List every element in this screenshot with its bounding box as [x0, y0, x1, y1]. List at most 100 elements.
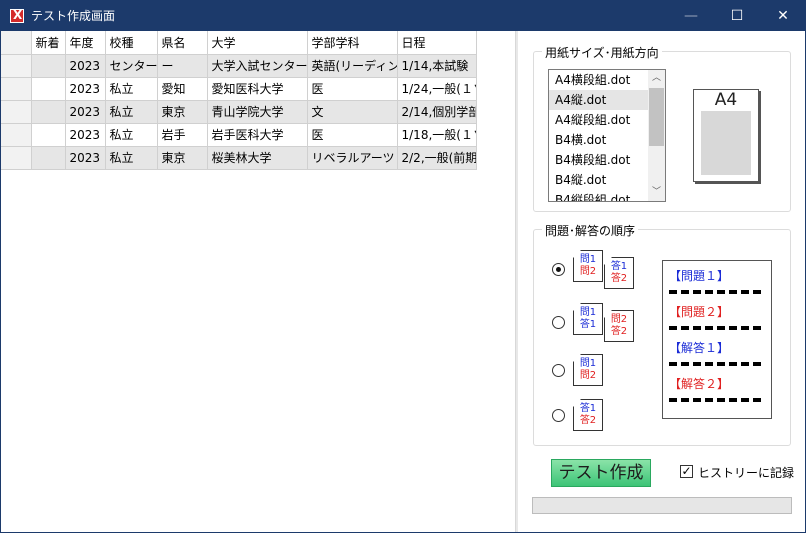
- list-item-selected[interactable]: A4縦.dot: [549, 90, 649, 110]
- app-icon: [10, 8, 24, 23]
- cell-year[interactable]: 2023: [65, 54, 106, 78]
- cell-year[interactable]: 2023: [65, 146, 106, 170]
- cell-year[interactable]: 2023: [65, 77, 106, 101]
- preview-dash: [669, 290, 761, 294]
- order-legend: 問題･解答の順序: [542, 222, 639, 239]
- row-header-corner[interactable]: [1, 31, 32, 55]
- scroll-up-icon[interactable]: ︿: [648, 70, 665, 87]
- list-item[interactable]: A4縦段組.dot: [549, 110, 649, 130]
- history-checkbox[interactable]: ✓: [680, 465, 693, 478]
- doc-a1a2-icon: 答1 答2: [604, 257, 634, 289]
- table-row[interactable]: 2023 私立 東京 桜美林大学 リベラルアーツ ク 2/2,一般(前期: [1, 146, 477, 170]
- order-radio-2[interactable]: [552, 316, 565, 329]
- row-header[interactable]: [1, 54, 32, 78]
- table-row[interactable]: 2023 私立 岩手 岩手医科大学 医 1/18,一般(１ソ: [1, 123, 477, 147]
- table-row[interactable]: 2023 私立 東京 青山学院大学 文 2/14,個別学部: [1, 100, 477, 124]
- cell-school-type[interactable]: 私立: [105, 100, 158, 124]
- grid-header-row: 新着 年度 校種 県名 大学 学部学科 日程: [1, 31, 477, 55]
- cell-university[interactable]: 岩手医科大学: [207, 123, 308, 147]
- cell-school-type[interactable]: 私立: [105, 123, 158, 147]
- cell-new[interactable]: [31, 146, 66, 170]
- cell-new[interactable]: [31, 123, 66, 147]
- minimize-button[interactable]: —: [668, 0, 714, 31]
- col-header-schedule[interactable]: 日程: [397, 31, 477, 55]
- cell-schedule[interactable]: 2/2,一般(前期: [397, 146, 477, 170]
- table-row[interactable]: 2023 センター ー 大学入試センター 英語(リーディング) 1/14,本試験: [1, 54, 477, 78]
- create-test-button[interactable]: テスト作成: [551, 459, 651, 487]
- cell-faculty[interactable]: 医: [307, 77, 398, 101]
- doc-q1a1-icon: 問1 答1: [573, 303, 603, 335]
- cell-faculty[interactable]: 医: [307, 123, 398, 147]
- paper-preview-label: A4: [714, 90, 738, 110]
- exam-grid[interactable]: 新着 年度 校種 県名 大学 学部学科 日程 2023 センター ー 大学入試セ…: [1, 31, 477, 170]
- preview-dash: [669, 398, 761, 402]
- cell-university[interactable]: 青山学院大学: [207, 100, 308, 124]
- list-item[interactable]: B4横段組.dot: [549, 150, 649, 170]
- cell-school-type[interactable]: センター: [105, 54, 158, 78]
- cell-faculty[interactable]: リベラルアーツ ク: [307, 146, 398, 170]
- preview-dash: [669, 362, 761, 366]
- list-item[interactable]: B4縦.dot: [549, 170, 649, 190]
- title-bar: テスト作成画面 — ☐ ✕: [0, 0, 806, 31]
- scroll-down-icon[interactable]: ﹀: [648, 184, 665, 201]
- preview-q2: 【問題２】: [669, 305, 730, 319]
- cell-new[interactable]: [31, 54, 66, 78]
- cell-new[interactable]: [31, 77, 66, 101]
- cell-prefecture[interactable]: 東京: [157, 146, 208, 170]
- preview-dash: [669, 326, 761, 330]
- cell-schedule[interactable]: 1/24,一般(１ソ: [397, 77, 477, 101]
- cell-school-type[interactable]: 私立: [105, 146, 158, 170]
- close-button[interactable]: ✕: [760, 0, 806, 31]
- template-listbox[interactable]: A4横段組.dot A4縦.dot A4縦段組.dot B4横.dot B4横段…: [548, 69, 666, 202]
- col-header-new[interactable]: 新着: [31, 31, 66, 55]
- preview-a1: 【解答１】: [669, 341, 730, 355]
- cell-schedule[interactable]: 2/14,個別学部: [397, 100, 477, 124]
- row-header[interactable]: [1, 100, 32, 124]
- history-checkbox-label[interactable]: ヒストリーに記録: [698, 464, 794, 481]
- list-item[interactable]: B4横.dot: [549, 130, 649, 150]
- cell-university[interactable]: 愛知医科大学: [207, 77, 308, 101]
- row-header[interactable]: [1, 123, 32, 147]
- maximize-button[interactable]: ☐: [714, 0, 760, 31]
- col-header-university[interactable]: 大学: [207, 31, 308, 55]
- doc-a1a2-only-icon: 答1 答2: [573, 399, 603, 431]
- order-radio-1[interactable]: [552, 263, 565, 276]
- cell-new[interactable]: [31, 100, 66, 124]
- cell-faculty[interactable]: 文: [307, 100, 398, 124]
- cell-schedule[interactable]: 1/14,本試験: [397, 54, 477, 78]
- scroll-thumb[interactable]: [649, 88, 664, 146]
- preview-a2: 【解答２】: [669, 377, 730, 391]
- progress-bar: [532, 497, 792, 514]
- cell-school-type[interactable]: 私立: [105, 77, 158, 101]
- order-radio-3[interactable]: [552, 364, 565, 377]
- cell-prefecture[interactable]: 愛知: [157, 77, 208, 101]
- cell-university[interactable]: 大学入試センター: [207, 54, 308, 78]
- cell-schedule[interactable]: 1/18,一般(１ソ: [397, 123, 477, 147]
- col-header-prefecture[interactable]: 県名: [157, 31, 208, 55]
- col-header-year[interactable]: 年度: [65, 31, 106, 55]
- col-header-school-type[interactable]: 校種: [105, 31, 158, 55]
- cell-prefecture[interactable]: 岩手: [157, 123, 208, 147]
- list-item[interactable]: A4横段組.dot: [549, 70, 649, 90]
- splitter-handle[interactable]: [515, 31, 518, 532]
- window-title: テスト作成画面: [31, 9, 116, 23]
- paper-size-legend: 用紙サイズ･用紙方向: [542, 44, 662, 61]
- row-header[interactable]: [1, 146, 32, 170]
- table-row[interactable]: 2023 私立 愛知 愛知医科大学 医 1/24,一般(１ソ: [1, 77, 477, 101]
- cell-faculty[interactable]: 英語(リーディング): [307, 54, 398, 78]
- col-header-faculty[interactable]: 学部学科: [307, 31, 398, 55]
- cell-university[interactable]: 桜美林大学: [207, 146, 308, 170]
- paper-preview-body: [701, 111, 751, 175]
- paper-preview: A4: [693, 89, 759, 182]
- listbox-scrollbar[interactable]: ︿ ﹀: [648, 70, 665, 201]
- order-preview: 【問題１】 【問題２】 【解答１】 【解答２】: [662, 260, 772, 419]
- cell-year[interactable]: 2023: [65, 100, 106, 124]
- cell-prefecture[interactable]: ー: [157, 54, 208, 78]
- row-header[interactable]: [1, 77, 32, 101]
- cell-year[interactable]: 2023: [65, 123, 106, 147]
- doc-q2a2-icon: 問2 答2: [604, 310, 634, 342]
- cell-prefecture[interactable]: 東京: [157, 100, 208, 124]
- order-radio-4[interactable]: [552, 409, 565, 422]
- list-item[interactable]: B4縦段組.dot: [549, 190, 649, 201]
- preview-q1: 【問題１】: [669, 269, 730, 283]
